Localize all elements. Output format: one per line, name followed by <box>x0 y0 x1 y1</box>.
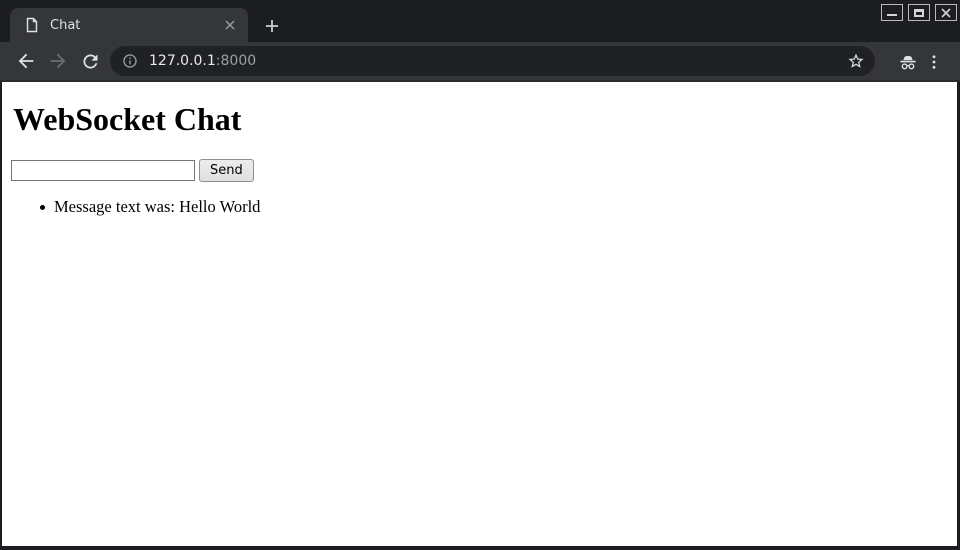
close-icon <box>941 8 951 18</box>
browser-toolbar: 127.0.0.1:8000 <box>0 42 960 82</box>
forward-icon <box>47 50 69 72</box>
maximize-icon <box>914 9 924 17</box>
tab-chat[interactable]: Chat <box>10 8 248 42</box>
address-bar[interactable]: 127.0.0.1:8000 <box>110 46 875 76</box>
message-list: Message text was: Hello World <box>40 197 260 217</box>
chat-form: Send <box>11 159 254 182</box>
tab-title: Chat <box>50 18 221 33</box>
bullet-icon <box>40 205 45 210</box>
message-input[interactable] <box>11 160 195 181</box>
back-icon <box>15 50 37 72</box>
reload-icon <box>80 51 101 72</box>
close-button[interactable] <box>935 4 957 21</box>
incognito-icon <box>896 50 920 74</box>
reload-button[interactable] <box>78 49 102 73</box>
document-icon <box>24 17 40 33</box>
forward-button[interactable] <box>46 49 70 73</box>
url-text: 127.0.0.1:8000 <box>149 53 256 69</box>
info-icon[interactable] <box>122 53 138 69</box>
message-text: Message text was: Hello World <box>54 197 260 217</box>
tab-close-icon[interactable] <box>221 16 239 34</box>
send-button[interactable]: Send <box>199 159 254 182</box>
page-title: WebSocket Chat <box>13 101 241 138</box>
new-tab-button[interactable] <box>260 14 284 38</box>
tab-strip: Chat <box>0 0 960 42</box>
back-button[interactable] <box>14 49 38 73</box>
bookmark-star-icon[interactable] <box>846 51 866 71</box>
url-host: 127.0.0.1 <box>149 53 216 69</box>
maximize-button[interactable] <box>908 4 930 21</box>
window-controls <box>881 4 957 21</box>
menu-dots-icon[interactable] <box>922 50 946 74</box>
minimize-icon <box>887 14 897 16</box>
minimize-button[interactable] <box>881 4 903 21</box>
page-content: WebSocket Chat Send Message text was: He… <box>2 82 957 546</box>
url-port: :8000 <box>216 53 256 69</box>
list-item: Message text was: Hello World <box>40 197 260 217</box>
browser-window: Chat <box>0 0 960 550</box>
